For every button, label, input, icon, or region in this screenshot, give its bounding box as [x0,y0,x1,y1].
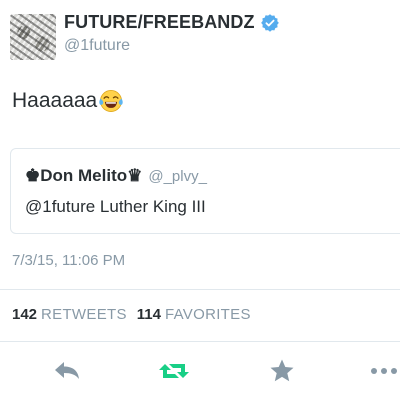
tweet-detail: FUTURE/FREEBANDZ @1future Haaaaaa ♚Don M… [0,0,400,400]
quoted-tweet-card[interactable]: ♚Don Melito♛ @_plvy_ @1future Luther Kin… [10,148,400,234]
more-button[interactable] [370,356,400,386]
retweet-icon [159,364,189,378]
author-handle[interactable]: @1future [64,37,130,55]
retweets-label[interactable]: RETWEETS [41,306,127,323]
retweet-button[interactable] [157,356,191,386]
tweet-timestamp: 7/3/15, 11:06 PM [12,252,126,269]
tweet-text-content: Haaaaaa [12,89,98,112]
divider [0,341,400,342]
tweet-text: Haaaaaa [12,88,124,114]
author-name-row: FUTURE/FREEBANDZ [64,12,279,33]
quoted-tweet-header: ♚Don Melito♛ @_plvy_ [25,166,207,186]
quoted-author-name: ♚Don Melito♛ [25,166,143,185]
reply-icon [55,362,79,379]
favorites-label[interactable]: FAVORITES [165,306,251,323]
retweets-count[interactable]: 142 [12,306,37,323]
favorites-count[interactable]: 114 [137,306,161,323]
favorite-button[interactable] [265,356,299,386]
face-with-tears-of-joy-icon [99,90,123,112]
quoted-tweet-text: @1future Luther King III [25,197,206,216]
divider [0,289,400,290]
verified-badge-icon [260,13,279,32]
more-icon [371,368,397,374]
star-icon [270,359,294,382]
avatar[interactable] [10,14,56,60]
author-display-name[interactable]: FUTURE/FREEBANDZ [64,12,255,33]
tweet-stats: 142 RETWEETS 114 FAVORITES [12,306,251,323]
quoted-author-handle: @_plvy_ [148,167,207,185]
reply-button[interactable] [50,356,84,386]
